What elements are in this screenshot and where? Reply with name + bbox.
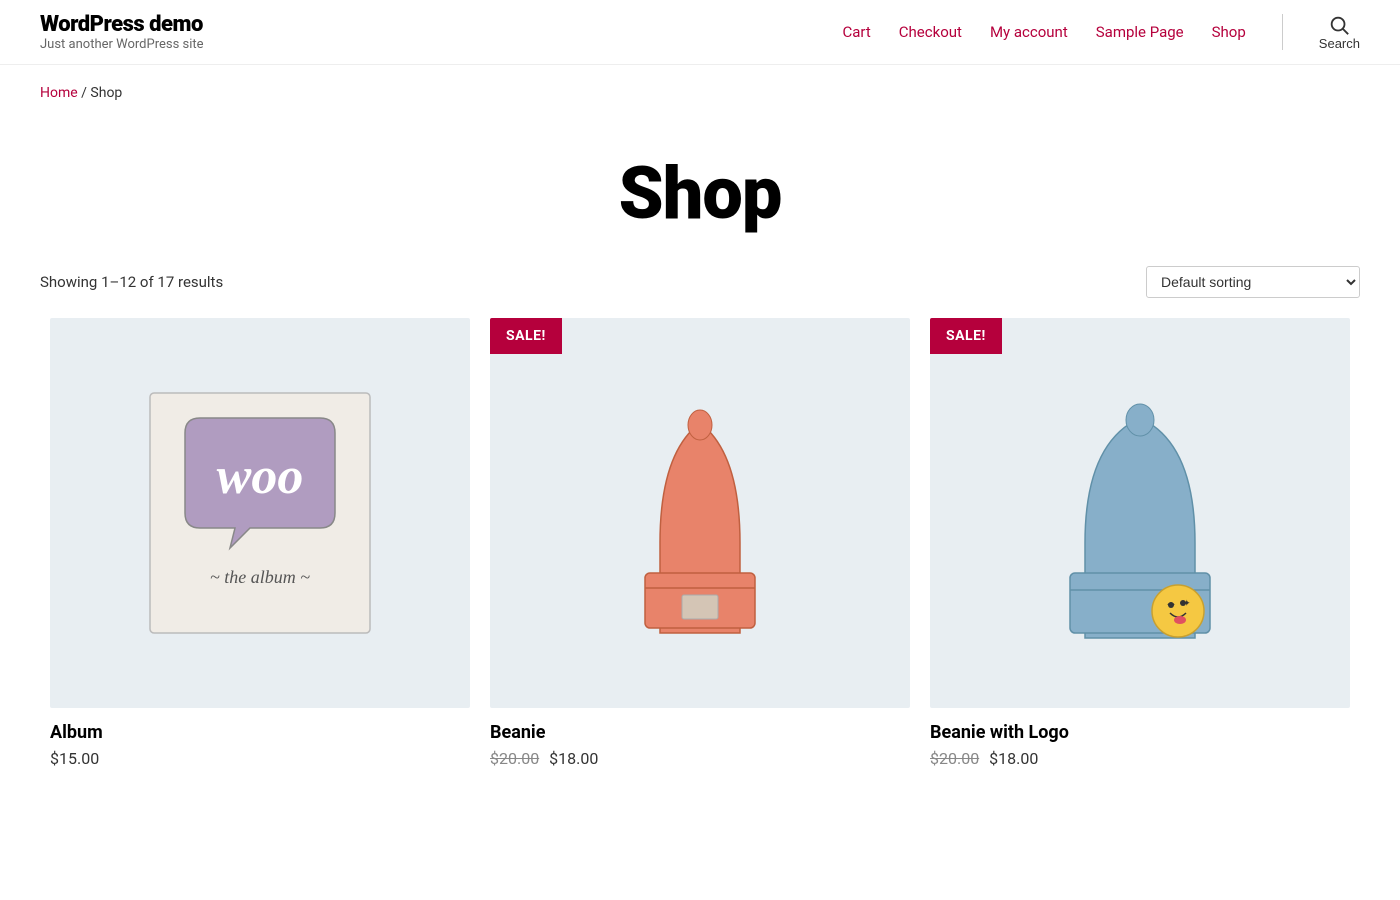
price-original-beanie: $20.00 <box>490 749 539 768</box>
nav-cart[interactable]: Cart <box>843 23 871 41</box>
product-price-beanie: $20.00 $18.00 <box>490 749 910 768</box>
product-card-album: woo ~ the album ~ Album $15.00 <box>40 318 480 794</box>
nav-my-account[interactable]: My account <box>990 23 1068 41</box>
product-info-beanie-logo: Beanie with Logo $20.00 $18.00 <box>930 708 1350 774</box>
product-name-beanie: Beanie <box>490 722 910 743</box>
beanie-artwork <box>600 373 800 653</box>
price-regular-album: $15.00 <box>50 749 99 768</box>
site-brand: WordPress demo Just another WordPress si… <box>40 12 204 52</box>
product-name-beanie-logo: Beanie with Logo <box>930 722 1350 743</box>
svg-text:~ the album ~: ~ the album ~ <box>210 567 310 587</box>
product-info-album: Album $15.00 <box>50 708 470 774</box>
product-image-beanie-logo[interactable]: SALE! <box>930 318 1350 708</box>
price-sale-beanie-logo: $18.00 <box>989 749 1038 768</box>
search-button[interactable]: Search <box>1319 14 1360 51</box>
sale-badge-beanie: SALE! <box>490 318 562 354</box>
price-sale-beanie: $18.00 <box>549 749 598 768</box>
breadcrumb-home[interactable]: Home <box>40 85 78 101</box>
svg-text:woo: woo <box>217 448 304 505</box>
page-title-section: Shop <box>0 111 1400 266</box>
main-nav: Cart Checkout My account Sample Page Sho… <box>843 14 1361 51</box>
sale-badge-beanie-logo: SALE! <box>930 318 1002 354</box>
site-title: WordPress demo <box>40 12 204 37</box>
product-card-beanie: SALE! Beanie $20.00 $18.00 <box>480 318 920 794</box>
nav-shop[interactable]: Shop <box>1212 23 1246 41</box>
product-price-beanie-logo: $20.00 $18.00 <box>930 749 1350 768</box>
product-info-beanie: Beanie $20.00 $18.00 <box>490 708 910 774</box>
results-count: Showing 1–12 of 17 results <box>40 273 223 291</box>
nav-checkout[interactable]: Checkout <box>899 23 962 41</box>
product-image-beanie[interactable]: SALE! <box>490 318 910 708</box>
nav-divider <box>1282 14 1283 50</box>
sort-select[interactable]: Default sorting Sort by popularity Sort … <box>1146 266 1360 298</box>
breadcrumb-current: Shop <box>90 85 122 101</box>
search-icon <box>1328 14 1350 36</box>
page-title: Shop <box>40 151 1360 236</box>
site-tagline: Just another WordPress site <box>40 37 204 52</box>
site-header: WordPress demo Just another WordPress si… <box>0 0 1400 65</box>
product-grid: woo ~ the album ~ Album $15.00 SALE! <box>0 318 1400 794</box>
svg-text:✦: ✦ <box>1183 599 1191 609</box>
product-name-album: Album <box>50 722 470 743</box>
album-artwork: woo ~ the album ~ <box>130 373 390 653</box>
breadcrumb: Home / Shop <box>0 65 1400 111</box>
product-image-album[interactable]: woo ~ the album ~ <box>50 318 470 708</box>
product-price-album: $15.00 <box>50 749 470 768</box>
search-label: Search <box>1319 36 1360 51</box>
shop-toolbar: Showing 1–12 of 17 results Default sorti… <box>0 266 1400 318</box>
price-original-beanie-logo: $20.00 <box>930 749 979 768</box>
beanie-logo-artwork: ✦ <box>1030 373 1250 653</box>
product-card-beanie-logo: SALE! <box>920 318 1360 794</box>
nav-sample-page[interactable]: Sample Page <box>1096 23 1184 41</box>
